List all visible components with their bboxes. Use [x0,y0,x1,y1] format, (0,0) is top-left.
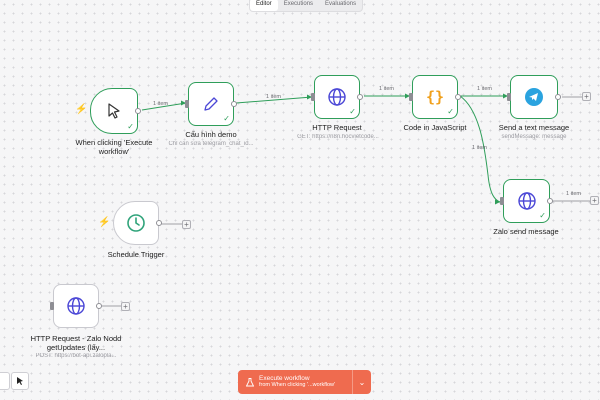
node-schedule-trigger[interactable] [113,201,162,245]
trigger-bolt-icon: ⚡ [75,104,88,115]
node-subtitle-http-request: GET: https://n8n.hocvietcode... [297,134,379,140]
input-port[interactable] [185,100,189,108]
zoom-tool-button[interactable] [0,372,10,390]
success-check-icon: ✓ [447,107,454,116]
select-tool-button[interactable] [11,372,29,390]
execute-workflow-button[interactable]: Execute workflow from When clicking '...… [238,370,371,394]
node-code-javascript[interactable]: {} ✓ [409,75,461,119]
add-node-button[interactable]: + [182,220,191,229]
node-title-cau-hinh: Cấu hình demo [185,130,237,139]
globe-icon [67,297,85,315]
node-title-schedule: Schedule Trigger [107,250,165,259]
output-port[interactable] [156,220,162,226]
add-node-button[interactable]: + [590,196,599,205]
edge-label-3: 1 item [379,86,394,92]
edge-label-6: 1 item [566,191,581,197]
clock-icon [127,214,145,232]
add-node-button[interactable]: + [121,302,130,311]
node-title-http-zalo: HTTP Request - Zalo Nodd getUpdates (lấy… [30,334,122,353]
node-title-send-text: Send a text message [498,123,570,132]
execute-sub-label: from When clicking '...workflow' [259,382,336,389]
input-port[interactable] [507,93,511,101]
node-zalo-send-message[interactable]: ✓ [500,179,553,223]
globe-icon [517,192,536,210]
edge-label-4: 1 item [477,86,492,92]
node-cau-hinh-demo[interactable]: ✓ [185,82,237,126]
node-title-code: Code in JavaScript [403,123,467,132]
output-port[interactable] [547,198,553,204]
output-port[interactable] [231,101,237,107]
node-http-request-zalo[interactable] [50,284,102,328]
output-port[interactable] [455,94,461,100]
pointer-icon [17,377,23,385]
telegram-icon [525,88,543,106]
node-subtitle-cau-hinh: Chỉ cần sửa telegram_chat_id... [168,141,254,147]
node-http-request[interactable]: ✓ [311,75,363,119]
node-subtitle-http-zalo: POST: https://bot-api.zalopla... [35,353,117,359]
node-title-manual-trigger: When clicking 'Execute workflow' [75,138,153,157]
edge-label-1: 1 item [153,101,168,107]
node-manual-trigger[interactable]: ✓ [90,88,141,134]
cursor-icon [108,103,120,119]
output-port[interactable] [357,94,363,100]
success-check-icon: ✓ [127,122,134,131]
execute-label: Execute workflow [259,374,310,382]
input-port[interactable] [311,93,315,101]
success-check-icon: ✓ [349,107,356,116]
globe-icon [328,88,346,106]
flask-icon [246,377,254,386]
output-port[interactable] [555,94,561,100]
trigger-bolt-icon: ⚡ [98,217,111,228]
edge-label-5: 1 item [472,145,487,151]
output-port[interactable] [96,303,102,309]
edge-label-2: 1 item [266,94,281,100]
output-port[interactable] [135,108,141,114]
success-check-icon: ✓ [539,211,546,220]
success-check-icon: ✓ [223,114,230,123]
node-subtitle-send-text: sendMessage: message [501,134,567,140]
add-node-button[interactable]: + [582,92,591,101]
node-send-text-message[interactable] [507,75,561,119]
pencil-icon [204,97,218,111]
braces-icon: {} [425,88,445,106]
input-port[interactable] [500,197,504,205]
chevron-down-icon[interactable]: ⌄ [353,370,371,394]
node-title-zalo-send: Zalo send message [493,227,559,236]
input-port[interactable] [409,93,413,101]
input-port[interactable] [50,302,54,310]
node-title-http-request: HTTP Request [312,123,362,132]
